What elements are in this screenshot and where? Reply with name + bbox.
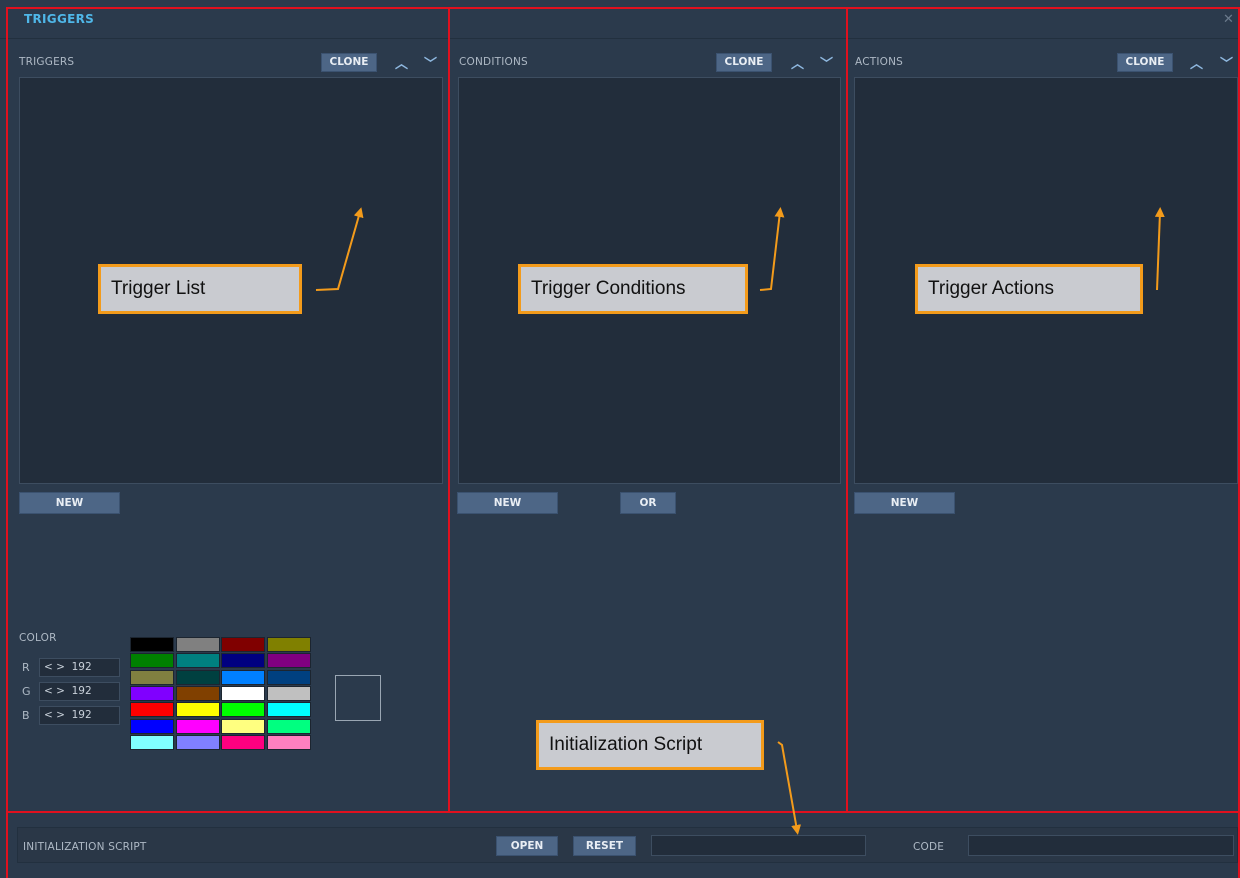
trigger-actions-arrow bbox=[1154, 207, 1165, 291]
trigger-conditions-arrow bbox=[759, 207, 785, 291]
trigger-list-arrow bbox=[315, 207, 364, 291]
initialization-script-arrow bbox=[777, 741, 802, 835]
callout-arrows bbox=[315, 207, 1165, 835]
